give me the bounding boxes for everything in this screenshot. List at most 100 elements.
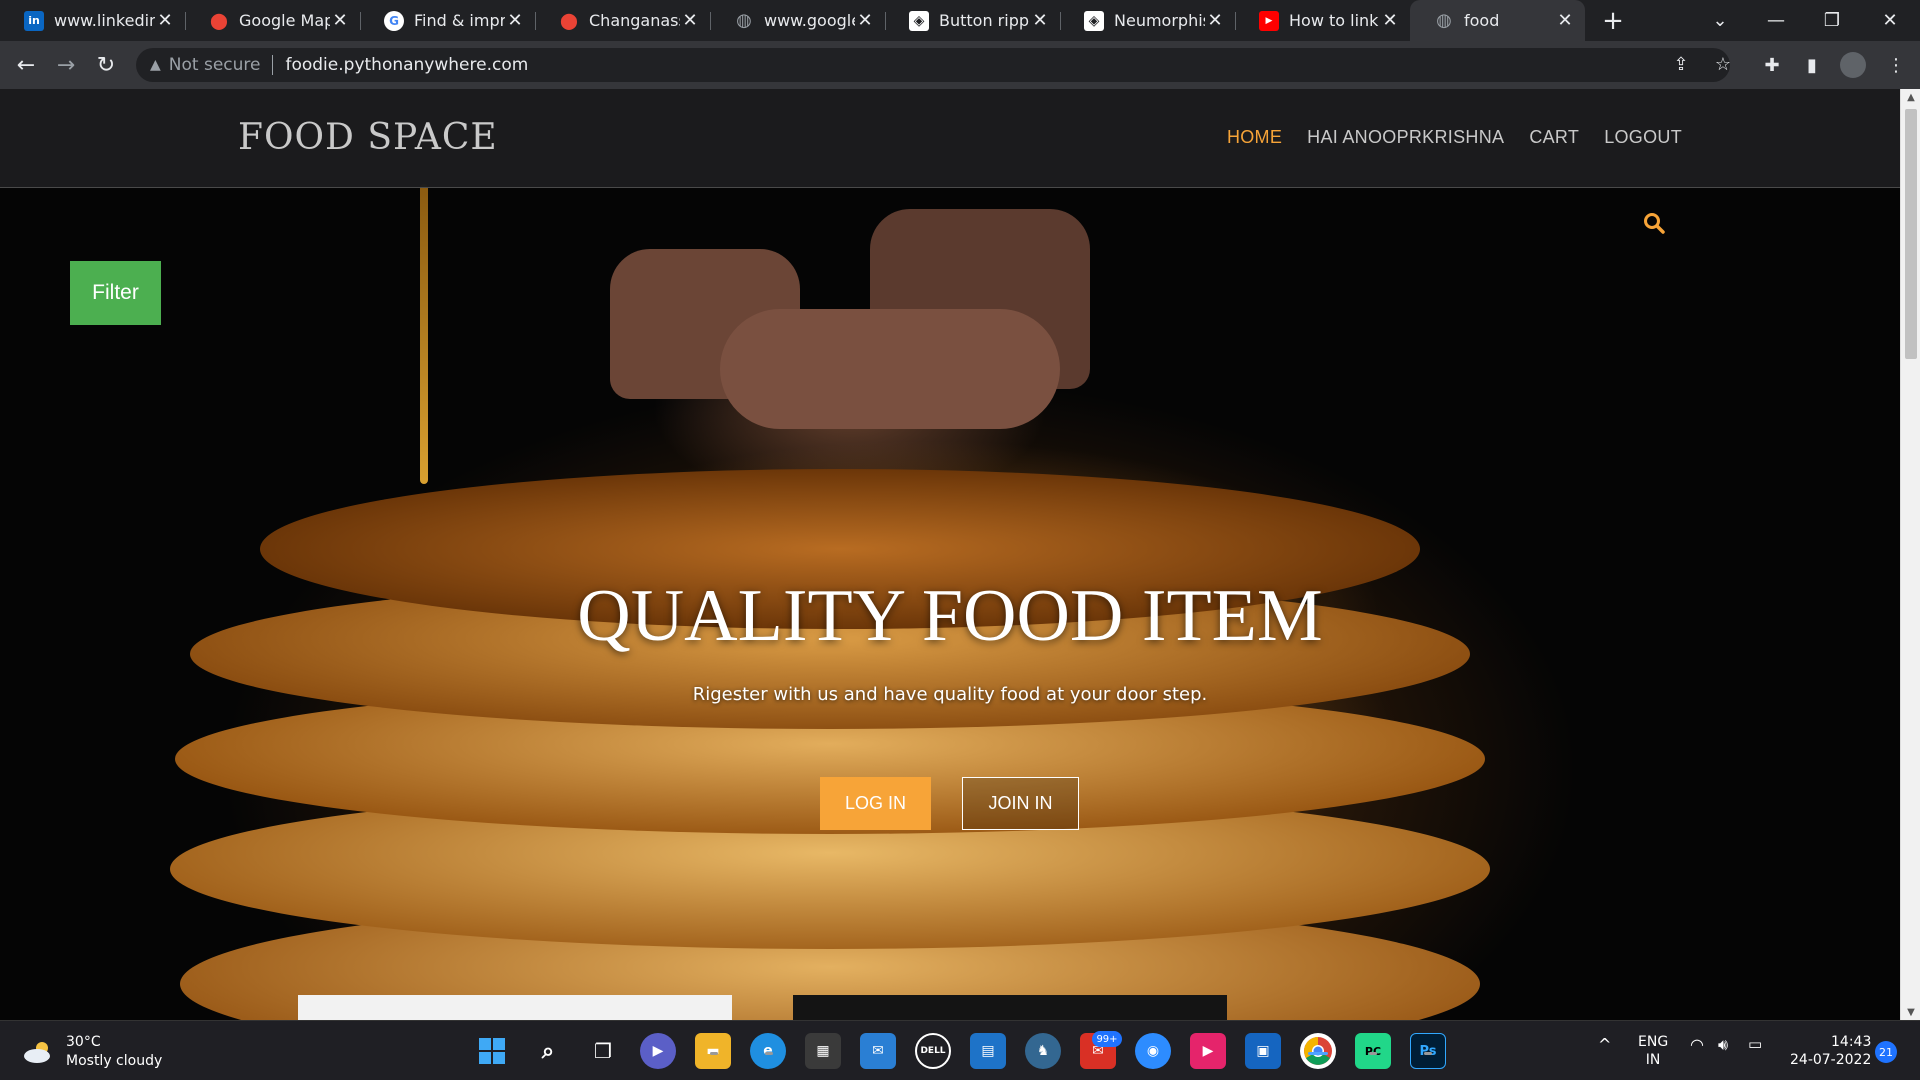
url-text[interactable]: foodie.pythonanywhere.com (285, 55, 528, 75)
close-tab-icon[interactable]: ✕ (855, 10, 875, 31)
browser-tab[interactable]: ⬤ Changanasser ✕ (535, 0, 711, 41)
file-explorer-icon[interactable]: ▬ (695, 1033, 731, 1069)
weather-condition: Mostly cloudy (66, 1053, 163, 1069)
close-tab-icon[interactable]: ✕ (680, 10, 700, 31)
browser-tab-active[interactable]: ◍ food ✕ (1410, 0, 1585, 41)
site-navbar: FOOD SPACE HOME HAI ANOOPRKRISHNA CART L… (0, 89, 1900, 188)
profile-avatar[interactable] (1840, 52, 1866, 78)
product-card[interactable] (793, 995, 1227, 1020)
wifi-icon[interactable]: ◠ (1690, 1035, 1704, 1054)
menu-kebab-icon[interactable]: ⋮ (1880, 49, 1912, 81)
cloud-sun-icon (24, 1042, 50, 1063)
browser-tab[interactable]: ⬤ Google Maps ✕ (185, 0, 361, 41)
media-app-icon[interactable]: ▶ (1190, 1033, 1226, 1069)
share-icon[interactable]: ⇪ (1666, 49, 1696, 79)
globe-icon: ◍ (736, 10, 752, 31)
nav-logout-link[interactable]: LOGOUT (1604, 127, 1682, 148)
tab-title: Neumorphism (1114, 11, 1205, 30)
close-tab-icon[interactable]: ✕ (1205, 10, 1225, 31)
close-tab-icon[interactable]: ✕ (1555, 10, 1575, 31)
edge-browser-icon[interactable]: e (750, 1033, 786, 1069)
windows-start-icon[interactable] (474, 1033, 510, 1069)
tab-title: www.linkedin.c (54, 11, 155, 30)
battery-icon[interactable]: ▭ (1748, 1035, 1762, 1053)
hero-subtitle: Rigester with us and have quality food a… (692, 684, 1208, 705)
clock-time: 14:43 (1831, 1034, 1872, 1050)
address-bar[interactable]: ▲ Not secure foodie.pythonanywhere.com (136, 48, 1730, 82)
notification-count-badge[interactable]: 21 (1875, 1041, 1897, 1063)
new-tab-button[interactable]: + (1600, 6, 1626, 36)
region-code: IN (1645, 1052, 1661, 1068)
browser-tab[interactable]: ◈ Neumorphism ✕ (1060, 0, 1236, 41)
bookmark-star-icon[interactable]: ☆ (1708, 49, 1738, 79)
calculator-icon[interactable]: ▦ (805, 1033, 841, 1069)
hero-title: QUALITY FOOD ITEM (577, 575, 1323, 657)
tab-search-icon[interactable]: ⌄ (1700, 4, 1740, 36)
site-brand-logo[interactable]: FOOD SPACE (238, 117, 498, 158)
extensions-icon[interactable]: ✚ (1756, 49, 1788, 81)
chrome-icon[interactable] (1300, 1033, 1336, 1069)
tab-title: How to link C (1289, 11, 1380, 30)
nav-cart-link[interactable]: CART (1529, 127, 1579, 148)
security-label[interactable]: Not secure (169, 55, 261, 75)
reload-icon[interactable]: ↻ (90, 49, 122, 81)
scroll-down-icon[interactable]: ▼ (1901, 1004, 1920, 1020)
forward-icon[interactable]: → (50, 49, 82, 81)
page-scrollbar[interactable]: ▲ ▼ (1900, 89, 1920, 1020)
login-button[interactable]: LOG IN (820, 777, 931, 830)
filter-button[interactable]: Filter (70, 261, 161, 325)
search-icon[interactable] (1643, 212, 1665, 234)
scroll-up-icon[interactable]: ▲ (1901, 89, 1920, 105)
language-indicator[interactable]: ENG IN (1638, 1033, 1668, 1069)
weather-temperature: 30°C (66, 1034, 101, 1050)
volume-icon[interactable]: 🔊︎ (1718, 1035, 1728, 1055)
photoshop-icon[interactable]: Ps (1410, 1033, 1446, 1069)
close-tab-icon[interactable]: ✕ (155, 10, 175, 31)
back-icon[interactable]: ← (10, 49, 42, 81)
warning-icon[interactable]: ▲ (150, 57, 161, 73)
tab-title: www.google.c (764, 11, 855, 30)
browser-tab[interactable]: G Find & improv ✕ (360, 0, 536, 41)
calendar-app-icon[interactable]: ▣ (1245, 1033, 1281, 1069)
mail-badge: 99+ (1092, 1031, 1122, 1047)
minimize-button[interactable]: — (1756, 4, 1796, 36)
language-code: ENG (1638, 1034, 1669, 1050)
dell-icon[interactable]: DELL (915, 1033, 951, 1069)
side-panel-icon[interactable]: ▮ (1796, 49, 1828, 81)
postgresql-icon[interactable]: ♞ (1025, 1033, 1061, 1069)
show-hidden-icons[interactable]: ^ (1598, 1035, 1611, 1054)
tab-title: Find & improv (414, 11, 505, 30)
browser-tab-strip: in www.linkedin.c ✕ ⬤ Google Maps ✕ G Fi… (0, 0, 1920, 41)
google-icon: G (384, 10, 404, 31)
close-tab-icon[interactable]: ✕ (1380, 10, 1400, 31)
close-tab-icon[interactable]: ✕ (330, 10, 350, 31)
nav-user-greeting-link[interactable]: HAI ANOOPRKRISHNA (1307, 127, 1504, 148)
close-tab-icon[interactable]: ✕ (505, 10, 525, 31)
scrollbar-thumb[interactable] (1905, 109, 1917, 359)
zoom-icon[interactable]: ◉ (1135, 1033, 1171, 1069)
restore-button[interactable]: ❐ (1812, 4, 1852, 36)
product-card[interactable] (298, 995, 732, 1020)
close-tab-icon[interactable]: ✕ (1030, 10, 1050, 31)
globe-icon: ◍ (1436, 10, 1452, 31)
weather-widget[interactable]: 30°C Mostly cloudy (22, 1033, 162, 1071)
clock[interactable]: 14:43 24-07-2022 (1790, 1033, 1871, 1069)
windows-taskbar: 30°C Mostly cloudy ⌕ ❐ ▶ ▬ e ▦ ✉ DELL ▤ … (0, 1020, 1920, 1080)
pycharm-icon[interactable]: PC (1355, 1033, 1391, 1069)
tab-title: Google Maps (239, 11, 330, 30)
page-viewport: FOOD SPACE HOME HAI ANOOPRKRISHNA CART L… (0, 89, 1900, 1020)
browser-tab[interactable]: ◈ Button ripple ✕ (885, 0, 1061, 41)
chat-icon[interactable]: ▶ (640, 1033, 676, 1069)
browser-tab[interactable]: in www.linkedin.c ✕ (0, 0, 186, 41)
google-maps-icon: ⬤ (210, 11, 228, 30)
nav-home-link[interactable]: HOME (1227, 127, 1282, 148)
browser-tab[interactable]: ◍ www.google.c ✕ (710, 0, 886, 41)
store-icon[interactable]: ▤ (970, 1033, 1006, 1069)
browser-tab[interactable]: ▶ How to link C ✕ (1235, 0, 1410, 41)
search-taskbar-icon[interactable]: ⌕ (530, 1033, 566, 1069)
mail-icon[interactable]: ✉ (860, 1033, 896, 1069)
task-view-icon[interactable]: ❐ (585, 1033, 621, 1069)
join-button[interactable]: JOIN IN (962, 777, 1079, 830)
close-window-button[interactable]: ✕ (1870, 4, 1910, 36)
tab-title: food (1464, 11, 1500, 30)
